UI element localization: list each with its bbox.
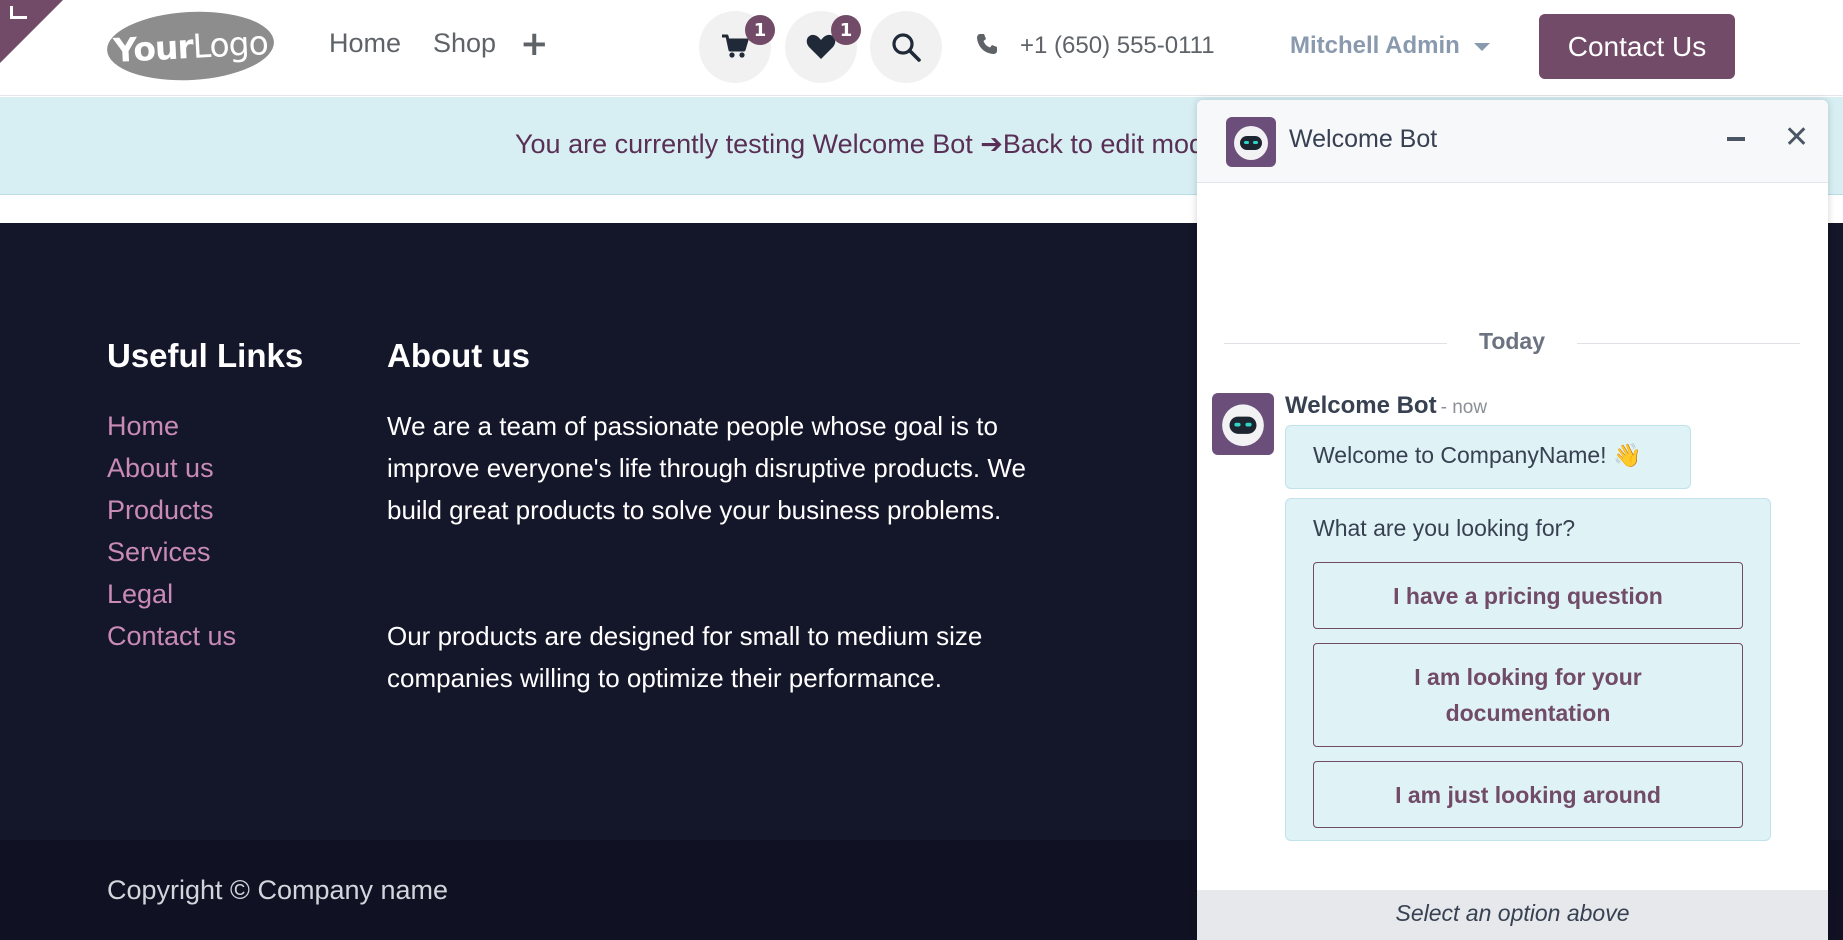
question-text: What are you looking for? [1313,515,1576,541]
message-author: Welcome Bot - now [1285,392,1487,420]
test-mode-message: You are currently testing Welcome Bot ➔B… [515,129,1219,160]
cart-button[interactable]: 1 [699,11,775,83]
user-name: Mitchell Admin [1290,32,1460,59]
heart-icon [806,34,836,59]
about-us-heading: About us [387,337,530,374]
select-option-hint: Select an option above [1395,900,1630,926]
chat-header[interactable]: Welcome Bot ✕ [1197,100,1828,183]
wishlist-count-badge: 1 [831,15,861,45]
site-logo[interactable]: Your Logo [105,7,276,85]
question-message-bubble: What are you looking for? I have a prici… [1285,498,1771,841]
caret-down-icon [1473,43,1490,51]
user-menu-dropdown[interactable]: Mitchell Admin [1290,32,1490,60]
message-author-avatar [1212,393,1274,455]
search-button[interactable] [870,11,942,83]
robot-icon [1234,126,1268,160]
option-documentation-button[interactable]: I am looking for your documentation [1313,643,1743,747]
minimize-icon[interactable] [1727,137,1745,141]
site-header: Your Logo Home Shop + 1 1 +1 (650) 555-01… [0,0,1843,96]
option-pricing-button[interactable]: I have a pricing question [1313,562,1743,629]
message-time: - now [1440,397,1488,418]
chat-title: Welcome Bot [1289,125,1438,153]
useful-links-heading: Useful Links [107,337,304,374]
message-author-name: Welcome Bot [1285,392,1437,419]
arrow-right-icon: ➔ [980,129,1003,159]
footer-link-services[interactable]: Services [107,533,236,575]
nav-home-link[interactable]: Home [329,28,401,59]
useful-links-list: Home About us Products Services Legal Co… [107,407,236,659]
robot-icon [1222,404,1264,447]
welcome-message-bubble: Welcome to CompanyName! 👋 [1285,425,1691,489]
contact-us-button[interactable]: Contact Us [1539,14,1735,79]
close-icon[interactable]: ✕ [1784,120,1809,155]
about-us-paragraph-2: Our products are designed for small to m… [387,621,983,693]
livechat-window: Welcome Bot ✕ Today Welcome Bot - now Wel… [1197,100,1828,940]
cart-count-badge: 1 [745,15,775,45]
day-separator-label: Today [1447,328,1577,355]
footer-link-home[interactable]: Home [107,407,236,449]
footer-link-contact[interactable]: Contact us [107,617,236,659]
footer-link-about[interactable]: About us [107,449,236,491]
search-icon [892,33,921,62]
phone-number[interactable]: +1 (650) 555-0111 [1020,32,1215,60]
footer-link-legal[interactable]: Legal [107,575,236,617]
bot-avatar [1226,117,1276,167]
cart-icon [722,34,749,58]
corner-icon [10,6,27,19]
wishlist-button[interactable]: 1 [785,11,861,83]
back-to-edit-link[interactable]: Back to edit mode [1003,129,1219,159]
copyright-text: Copyright © Company name [107,875,449,905]
nav-shop-link[interactable]: Shop [433,28,496,59]
add-page-plus-icon[interactable]: + [520,24,549,64]
phone-icon [977,34,997,54]
test-mode-text: You are currently testing Welcome Bot [515,129,981,159]
footer-link-products[interactable]: Products [107,491,236,533]
option-browsing-button[interactable]: I am just looking around [1313,761,1743,828]
about-us-paragraph: We are a team of passionate people whose… [387,411,1026,525]
